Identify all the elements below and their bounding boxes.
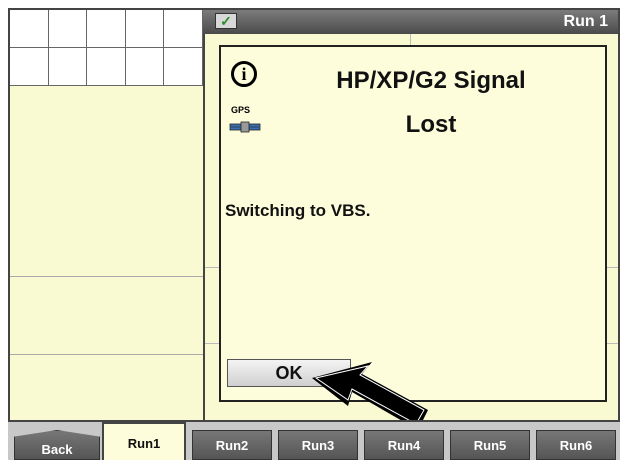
- tab-run2[interactable]: Run2: [192, 430, 272, 460]
- tab-run3[interactable]: Run3: [278, 430, 358, 460]
- grid-cell[interactable]: [10, 48, 49, 86]
- dialog-title-line2: Lost: [405, 111, 457, 138]
- grid-cell[interactable]: [87, 48, 126, 86]
- grid-cell[interactable]: [48, 48, 88, 86]
- grid-cell[interactable]: [164, 48, 203, 86]
- divider: [10, 354, 203, 355]
- tab-run1[interactable]: Run1: [102, 422, 186, 460]
- check-icon: ✓: [215, 13, 237, 29]
- tab-run5[interactable]: Run5: [450, 430, 530, 460]
- alert-dialog: i GPS HP/XP/G2 Signal Lost Switching to …: [219, 45, 607, 402]
- grid-cell[interactable]: [10, 10, 49, 48]
- grid-cell[interactable]: [125, 48, 165, 86]
- grid-cell[interactable]: [164, 10, 203, 48]
- left-grid: [10, 10, 203, 86]
- divider: [10, 276, 203, 277]
- tab-run6[interactable]: Run6: [536, 430, 616, 460]
- grid-cell[interactable]: [48, 10, 88, 48]
- grid-cell[interactable]: [125, 10, 165, 48]
- dialog-message: Switching to VBS.: [225, 201, 371, 220]
- tab-run4[interactable]: Run4: [364, 430, 444, 460]
- info-icon: i: [231, 61, 257, 87]
- status-bar: ✓ Run 1: [203, 10, 618, 34]
- page-title: Run 1: [563, 13, 608, 30]
- left-panel: [10, 10, 203, 420]
- dialog-title: HP/XP/G2 Signal Lost: [261, 59, 601, 147]
- dialog-title-line1: HP/XP/G2 Signal: [336, 67, 526, 94]
- grid-cell[interactable]: [87, 10, 126, 48]
